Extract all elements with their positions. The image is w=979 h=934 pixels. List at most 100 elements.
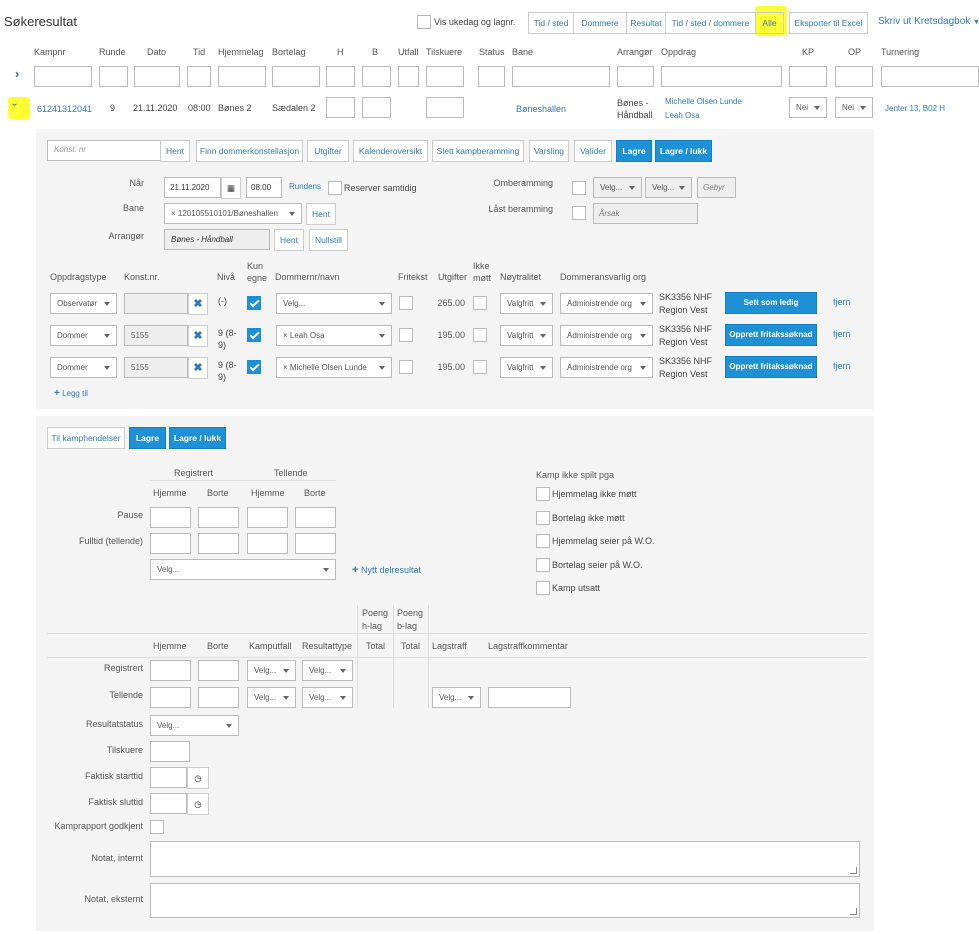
fritekst-checkbox[interactable] [399, 360, 413, 374]
score-input[interactable] [198, 533, 239, 554]
lagstraff-select[interactable]: Velg... [432, 687, 481, 708]
result-save-button[interactable]: Lagre [129, 427, 166, 449]
filter-input[interactable] [187, 66, 211, 87]
ikke-mott-checkbox[interactable] [473, 360, 487, 374]
filter-input[interactable] [34, 66, 92, 87]
filter-input[interactable] [789, 66, 827, 87]
end-time-input[interactable] [150, 793, 187, 814]
assignment-link-1[interactable]: Michelle Olsen Lunde [665, 97, 742, 106]
away-score-input[interactable] [362, 97, 391, 118]
kun-egne-checkbox[interactable] [247, 328, 261, 342]
konst-nr-input[interactable]: 5155 [124, 325, 188, 346]
save-close-button[interactable]: Lagre / lukk [655, 140, 712, 162]
referee-select[interactable]: × Michelle Olsen Lunde [276, 357, 392, 378]
score-input[interactable] [247, 533, 288, 554]
delresultat-select[interactable]: Velg... [150, 559, 336, 580]
kamputfall-select[interactable]: Velg... [247, 687, 296, 708]
clock-icon[interactable]: ◷ [187, 767, 209, 789]
kun-egne-checkbox[interactable] [247, 360, 261, 374]
kun-egne-checkbox[interactable] [247, 296, 261, 310]
resultatstatus-select[interactable]: Velg... [150, 715, 239, 736]
org-select[interactable]: Administrende org [560, 325, 653, 346]
fritekst-checkbox[interactable] [399, 296, 413, 310]
ikke-mott-checkbox[interactable] [473, 296, 487, 310]
filter-button[interactable]: Tid / sted / dommere [665, 12, 756, 34]
venue-link[interactable]: Bøneshallen [516, 104, 566, 114]
not-played-checkbox[interactable] [536, 534, 550, 548]
remove-assignment-link[interactable]: fjern [833, 329, 851, 339]
filter-input[interactable] [617, 66, 654, 87]
clear-x-icon[interactable]: ✖ [188, 325, 208, 347]
venue-hent-button[interactable]: Hent [306, 203, 336, 225]
venue-select[interactable]: × 120105510101/Bøneshallen [164, 203, 302, 224]
date-input[interactable]: 21.11.2020 [164, 177, 221, 198]
remove-x-icon[interactable]: × [283, 331, 290, 340]
result-score-input[interactable] [150, 660, 191, 681]
start-time-input[interactable] [150, 767, 187, 788]
org-select[interactable]: Administrende org [560, 357, 653, 378]
home-score-input[interactable] [326, 97, 355, 118]
export-excel-button[interactable]: Eksporter til Excel [789, 12, 868, 34]
omberamming-checkbox[interactable] [572, 181, 586, 195]
notat-internt-textarea[interactable] [150, 841, 860, 877]
new-partial-result-link[interactable]: + Nytt delresultat [352, 564, 421, 576]
score-input[interactable] [247, 507, 288, 528]
tournament-link[interactable]: Jenter 13, B02 H [885, 104, 945, 113]
org-select[interactable]: Administrende org [560, 293, 653, 314]
filter-input[interactable] [272, 66, 320, 87]
filter-input[interactable] [218, 66, 266, 87]
assignment-action-button[interactable]: Opprett fritakssøknad [725, 324, 817, 346]
filter-button[interactable]: Dommere [573, 12, 627, 34]
time-input[interactable]: 08:00 [246, 177, 282, 198]
noytralitet-select[interactable]: Valgfritt [500, 293, 553, 314]
remove-x-icon[interactable]: × [171, 209, 178, 218]
result-score-input[interactable] [198, 660, 239, 681]
hent-button[interactable]: Hent [160, 140, 190, 162]
calendar-icon[interactable]: ▦ [221, 177, 241, 199]
noytralitet-select[interactable]: Valgfritt [500, 325, 553, 346]
notat-eksternt-textarea[interactable] [150, 883, 860, 918]
score-input[interactable] [150, 507, 191, 528]
remove-assignment-link[interactable]: fjern [833, 297, 851, 307]
omberamming-select-2[interactable]: Velg... [645, 177, 692, 198]
not-played-checkbox[interactable] [536, 510, 550, 525]
filter-input[interactable] [362, 66, 391, 87]
match-toolbar-button[interactable]: Kalenderoversikt [353, 140, 428, 162]
konst-nr-input[interactable] [124, 293, 188, 314]
assignment-type-select[interactable]: Observatør [50, 293, 117, 314]
score-input[interactable] [150, 533, 191, 554]
score-input[interactable] [198, 507, 239, 528]
gebyr-input[interactable]: Gebyr [697, 177, 736, 198]
filter-input[interactable] [99, 66, 128, 87]
filter-input[interactable] [512, 66, 610, 87]
remove-assignment-link[interactable]: fjern [833, 361, 851, 371]
match-number-link[interactable]: 61241312041 [37, 104, 92, 114]
remove-x-icon[interactable]: × [283, 363, 290, 372]
resultattype-select[interactable]: Velg... [302, 687, 353, 708]
result-save-close-button[interactable]: Lagre / lukk [169, 427, 226, 449]
op-select[interactable]: Nei [835, 97, 873, 118]
assignment-type-select[interactable]: Dommer [50, 325, 117, 346]
match-events-button[interactable]: Til kamphendelser [47, 427, 125, 449]
arrangor-hent-button[interactable]: Hent [274, 229, 304, 251]
match-toolbar-button[interactable]: Utgifter [307, 140, 349, 162]
referee-select[interactable]: Velg... [276, 293, 392, 314]
resultattype-select[interactable]: Velg... [302, 660, 353, 681]
assignment-link-2[interactable]: Leah Osa [665, 111, 700, 120]
filter-input[interactable] [835, 66, 873, 87]
collapse-row-icon[interactable]: › [9, 103, 20, 106]
ikke-mott-checkbox[interactable] [473, 328, 487, 342]
add-assignment-link[interactable]: + Legg til [54, 388, 88, 399]
spectators-input[interactable] [426, 97, 464, 118]
filter-button[interactable]: Tid / sted [528, 12, 574, 34]
filter-input[interactable] [398, 66, 419, 87]
noytralitet-select[interactable]: Valgfritt [500, 357, 553, 378]
save-button[interactable]: Lagre [616, 140, 652, 162]
score-input[interactable] [295, 507, 336, 528]
not-played-checkbox[interactable] [536, 557, 550, 572]
kp-select[interactable]: Nei [789, 97, 827, 118]
lagstraff-comment-input[interactable] [488, 687, 571, 708]
match-toolbar-button[interactable]: Varsling [529, 140, 569, 162]
expand-filter-icon[interactable]: › [15, 66, 19, 81]
nullstill-button[interactable]: Nullstill [309, 229, 348, 251]
